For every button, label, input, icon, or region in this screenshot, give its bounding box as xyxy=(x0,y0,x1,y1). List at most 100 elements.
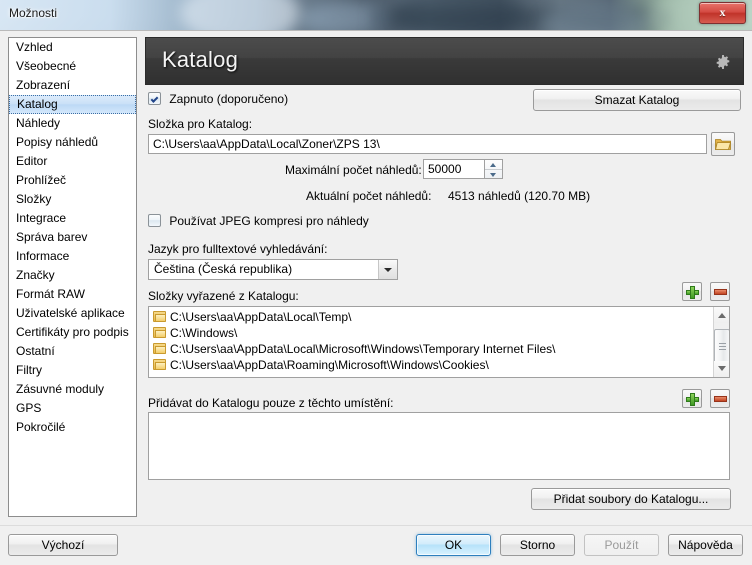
sidebar-item-label: Filtry xyxy=(16,363,42,377)
included-locations-list[interactable] xyxy=(148,412,730,480)
sidebar-item-editor[interactable]: Editor xyxy=(9,152,136,171)
sidebar-item-zobrazeni[interactable]: Zobrazení xyxy=(9,76,136,95)
sidebar-item-slozky[interactable]: Složky xyxy=(9,190,136,209)
sidebar-item-label: Uživatelské aplikace xyxy=(16,306,125,320)
enabled-checkbox-label: Zapnuto (doporučeno) xyxy=(169,92,289,106)
list-item[interactable]: C:\Windows\ xyxy=(149,325,712,341)
enabled-checkbox[interactable] xyxy=(148,92,161,105)
sidebar-item-nahledy[interactable]: Náhledy xyxy=(9,114,136,133)
delete-catalog-button[interactable]: Smazat Katalog xyxy=(533,89,741,111)
sidebar-item-informace[interactable]: Informace xyxy=(9,247,136,266)
sidebar-item-label: Popisy náhledů xyxy=(16,135,99,149)
sidebar-item-popisy-nahledu[interactable]: Popisy náhledů xyxy=(9,133,136,152)
panel-header: Katalog xyxy=(145,37,744,85)
sidebar-item-label: Certifikáty pro podpis xyxy=(16,325,129,339)
max-thumbnails-label: Maximální počet náhledů: xyxy=(285,163,422,177)
apply-button: Použít xyxy=(584,534,659,556)
max-thumbnails-input[interactable]: 50000 xyxy=(423,159,485,179)
fulltext-language-value: Čeština (Česká republika) xyxy=(154,262,293,276)
settings-category-list[interactable]: Vzhled Všeobecné Zobrazení Katalog Náhle… xyxy=(8,37,137,517)
list-item[interactable]: C:\Users\aa\AppData\Roaming\Microsoft\Wi… xyxy=(149,357,712,373)
help-button[interactable]: Nápověda xyxy=(668,534,743,556)
options-dialog: Možnosti x Vzhled Všeobecné Zobrazení Ka… xyxy=(0,0,752,565)
minus-icon xyxy=(714,289,727,295)
stepper-up-button[interactable] xyxy=(485,160,502,169)
sidebar-item-katalog[interactable]: Katalog xyxy=(9,95,136,114)
sidebar-item-label: Všeobecné xyxy=(16,59,77,73)
sidebar-item-integrace[interactable]: Integrace xyxy=(9,209,136,228)
folder-icon xyxy=(153,343,166,354)
browse-folder-button[interactable] xyxy=(711,132,735,156)
current-thumbnails-label: Aktuální počet náhledů: xyxy=(306,189,432,203)
sidebar-item-label: Náhledy xyxy=(16,116,61,130)
current-thumbnails-value: 4513 náhledů (120.70 MB) xyxy=(448,189,591,203)
close-icon: x xyxy=(719,5,726,19)
max-thumbnails-stepper[interactable] xyxy=(485,159,503,179)
scroll-up-button[interactable] xyxy=(714,307,729,323)
window-title: Možnosti xyxy=(9,6,58,20)
cancel-button[interactable]: Storno xyxy=(500,534,575,556)
excluded-folders-remove-button[interactable] xyxy=(710,282,730,301)
page-title: Katalog xyxy=(162,47,239,72)
defaults-button[interactable]: Výchozí xyxy=(8,534,118,556)
fulltext-language-select[interactable]: Čeština (Česká republika) xyxy=(148,259,398,280)
dialog-body: Vzhled Všeobecné Zobrazení Katalog Náhle… xyxy=(0,30,752,565)
sidebar-item-ostatni[interactable]: Ostatní xyxy=(9,342,136,361)
list-item-label: C:\Users\aa\AppData\Local\Temp\ xyxy=(170,310,352,324)
chevron-down-icon[interactable] xyxy=(378,260,397,279)
sidebar-item-certifikaty-pro-podpis[interactable]: Certifikáty pro podpis xyxy=(9,323,136,342)
excluded-folders-label: Složky vyřazené z Katalogu: xyxy=(148,289,299,303)
sidebar-item-label: Zobrazení xyxy=(16,78,71,92)
sidebar-item-label: Formát RAW xyxy=(16,287,85,301)
plus-icon xyxy=(686,286,699,299)
included-locations-remove-button[interactable] xyxy=(710,389,730,408)
plus-icon xyxy=(686,393,699,406)
excluded-folders-scrollbar[interactable] xyxy=(713,307,729,377)
add-files-to-catalog-button[interactable]: Přidat soubory do Katalogu... xyxy=(531,488,731,510)
included-locations-add-button[interactable] xyxy=(682,389,702,408)
sidebar-item-label: Informace xyxy=(16,249,70,263)
minus-icon xyxy=(714,396,727,402)
sidebar-item-label: Prohlížeč xyxy=(16,173,67,187)
sidebar-item-znacky[interactable]: Značky xyxy=(9,266,136,285)
sidebar-item-label: Složky xyxy=(16,192,52,206)
scroll-down-button[interactable] xyxy=(714,361,729,377)
list-item[interactable]: C:\Users\aa\AppData\Local\Microsoft\Wind… xyxy=(149,341,712,357)
enabled-checkbox-row: Zapnuto (doporučeno) xyxy=(148,92,288,106)
sidebar-item-format-raw[interactable]: Formát RAW xyxy=(9,285,136,304)
title-bar: Možnosti x xyxy=(0,0,752,30)
sidebar-item-pokrocile[interactable]: Pokročilé xyxy=(9,418,136,437)
stepper-down-button[interactable] xyxy=(485,169,502,179)
sidebar-item-label: Katalog xyxy=(17,97,58,111)
list-item-label: C:\Windows\ xyxy=(170,326,238,340)
sidebar-item-label: Značky xyxy=(16,268,55,282)
sidebar-item-vzhled[interactable]: Vzhled xyxy=(9,38,136,57)
settings-panel: Katalog Zapnuto (doporučeno) Smazat Kata… xyxy=(145,37,744,510)
sidebar-item-label: Pokročilé xyxy=(16,420,66,434)
list-item-label: C:\Users\aa\AppData\Local\Microsoft\Wind… xyxy=(170,342,556,356)
sidebar-item-uzivatelske-aplikace[interactable]: Uživatelské aplikace xyxy=(9,304,136,323)
close-button[interactable]: x xyxy=(699,2,746,24)
catalog-folder-label: Složka pro Katalog: xyxy=(148,117,253,131)
list-item-label: C:\Users\aa\AppData\Roaming\Microsoft\Wi… xyxy=(170,358,489,372)
excluded-folders-add-button[interactable] xyxy=(682,282,702,301)
jpeg-checkbox-row: Používat JPEG kompresi pro náhledy xyxy=(148,214,369,228)
jpeg-compression-checkbox[interactable] xyxy=(148,214,161,227)
sidebar-item-zasuvne-moduly[interactable]: Zásuvné moduly xyxy=(9,380,136,399)
included-locations-label: Přidávat do Katalogu pouze z těchto umís… xyxy=(148,396,394,410)
sidebar-item-vseobecne[interactable]: Všeobecné xyxy=(9,57,136,76)
footer-divider xyxy=(0,525,752,526)
list-item[interactable]: C:\Users\aa\AppData\Local\Temp\ xyxy=(149,309,712,325)
folder-icon xyxy=(153,311,166,322)
fulltext-language-label: Jazyk pro fulltextové vyhledávání: xyxy=(148,242,328,256)
sidebar-item-prohlizec[interactable]: Prohlížeč xyxy=(9,171,136,190)
sidebar-item-sprava-barev[interactable]: Správa barev xyxy=(9,228,136,247)
scrollbar-thumb[interactable] xyxy=(714,329,729,363)
sidebar-item-filtry[interactable]: Filtry xyxy=(9,361,136,380)
gear-icon[interactable] xyxy=(715,54,731,70)
sidebar-item-gps[interactable]: GPS xyxy=(9,399,136,418)
title-bar-blur-1 xyxy=(180,0,300,30)
ok-button[interactable]: OK xyxy=(416,534,491,556)
excluded-folders-list[interactable]: C:\Users\aa\AppData\Local\Temp\ C:\Windo… xyxy=(148,306,730,378)
catalog-folder-input[interactable]: C:\Users\aa\AppData\Local\Zoner\ZPS 13\ xyxy=(148,134,707,154)
